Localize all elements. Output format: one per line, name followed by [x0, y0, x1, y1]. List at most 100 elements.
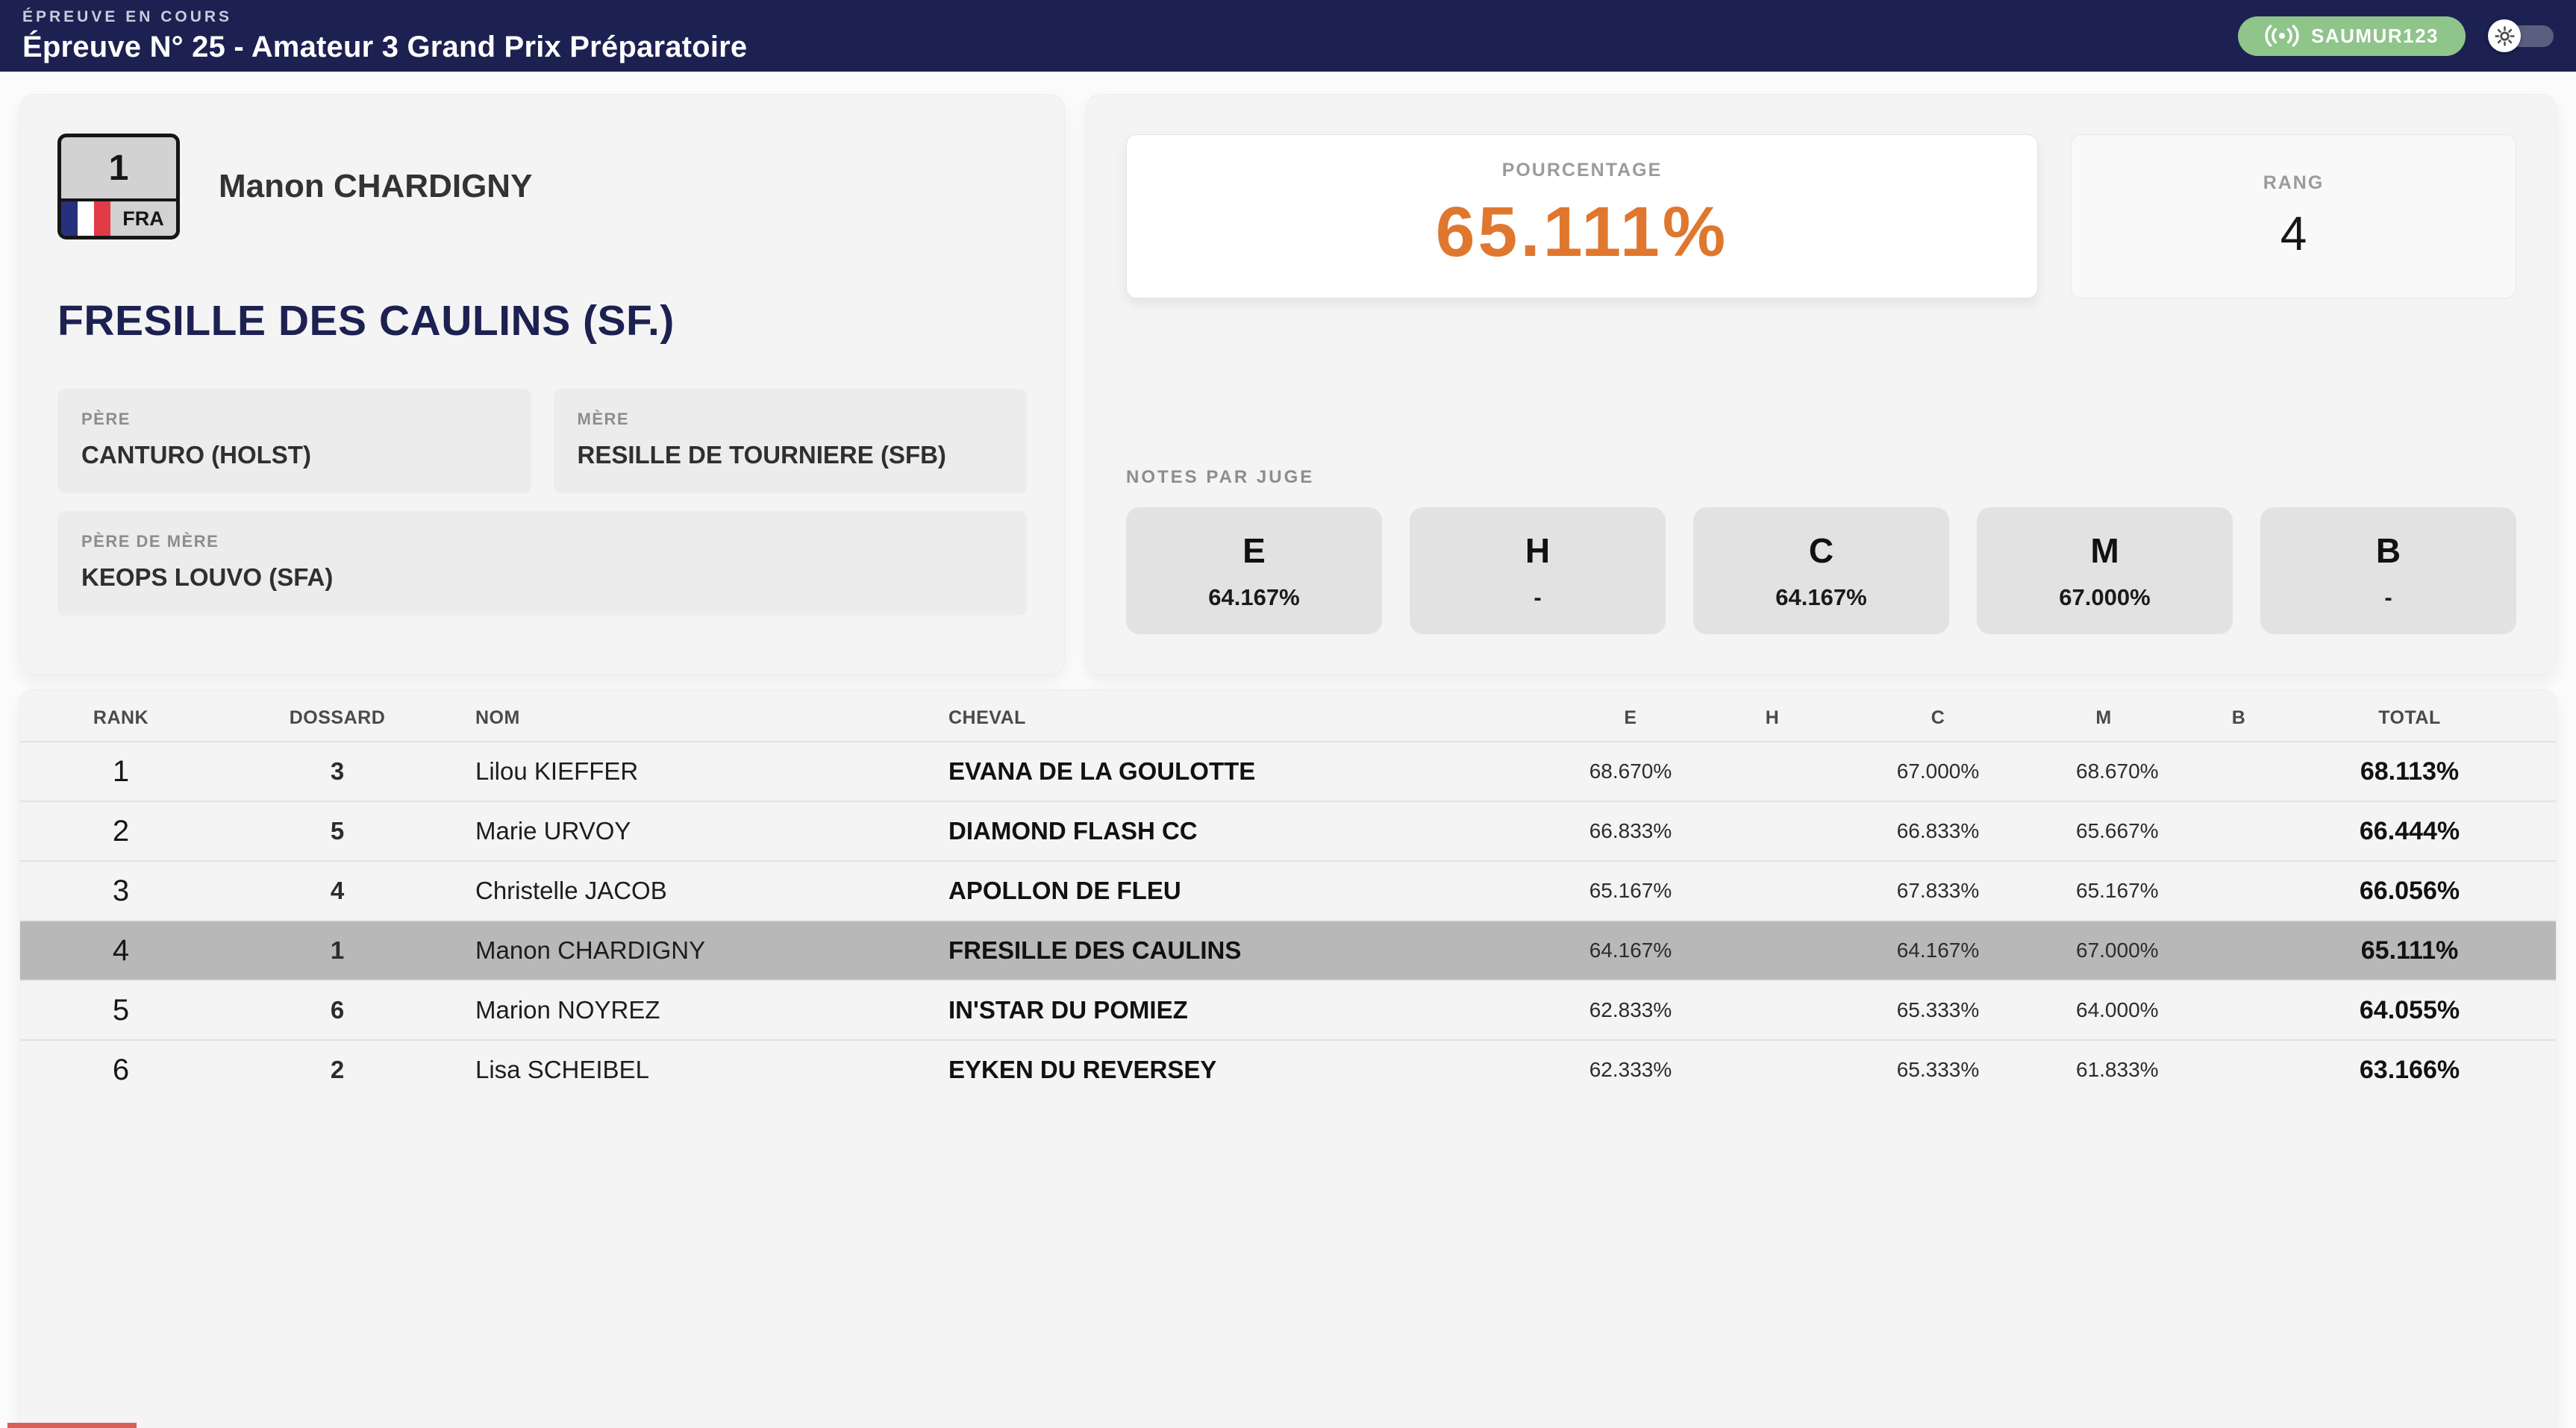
- cell-rank: 1: [20, 755, 222, 789]
- col-header-c: C: [1800, 707, 2076, 729]
- damsire-label: PÈRE DE MÈRE: [81, 532, 1003, 551]
- damsire-value: KEOPS LOUVO (SFA): [81, 563, 1003, 592]
- cell-c: 65.333%: [1800, 998, 2076, 1022]
- col-header-e: E: [1516, 707, 1745, 729]
- rank-value: 4: [2280, 206, 2307, 261]
- toggle-knob[interactable]: [2488, 19, 2521, 52]
- cell-total: 68.113%: [2346, 757, 2473, 786]
- judge-score: 64.167%: [1208, 584, 1299, 611]
- table-row[interactable]: 1 3 Lilou KIEFFER EVANA DE LA GOULOTTE 6…: [20, 741, 2556, 801]
- cell-e: 65.167%: [1516, 879, 1745, 903]
- france-flag-icon: [61, 201, 110, 236]
- rider-name: Manon CHARDIGNY: [219, 168, 532, 205]
- cell-nom: Christelle JACOB: [453, 877, 926, 905]
- cell-m: 68.670%: [2076, 760, 2131, 783]
- cell-cheval: EYKEN DU REVERSEY: [926, 1056, 1516, 1084]
- col-header-rank: RANK: [20, 707, 222, 729]
- cell-rank: 6: [20, 1053, 222, 1087]
- table-row[interactable]: 2 5 Marie URVOY DIAMOND FLASH CC 66.833%…: [20, 801, 2556, 860]
- col-header-dossard: DOSSARD: [222, 707, 453, 729]
- cell-cheval: EVANA DE LA GOULOTTE: [926, 757, 1516, 786]
- bib-number: 1: [61, 137, 176, 198]
- judge-card-c: C 64.167%: [1693, 507, 1949, 634]
- live-icon: [2265, 24, 2299, 48]
- judge-letter: E: [1242, 530, 1266, 571]
- cell-nom: Lisa SCHEIBEL: [453, 1056, 926, 1084]
- bib-country-row: FRA: [61, 198, 176, 236]
- table-row[interactable]: 3 4 Christelle JACOB APOLLON DE FLEU 65.…: [20, 860, 2556, 920]
- top-cards-row: 1 FRA Manon CHARDIGNY FRESILLE DES CAULI…: [19, 94, 2557, 667]
- cell-nom: Lilou KIEFFER: [453, 757, 926, 786]
- score-summary-row: POURCENTAGE 65.111% RANG 4: [1126, 134, 2516, 298]
- country-code: FRA: [110, 201, 176, 236]
- judge-letter: H: [1525, 530, 1550, 571]
- dam-value: RESILLE DE TOURNIERE (SFB): [578, 441, 1004, 469]
- cell-cheval: FRESILLE DES CAULINS: [926, 936, 1516, 965]
- live-badge[interactable]: SAUMUR123: [2238, 16, 2466, 56]
- cell-total: 66.444%: [2346, 817, 2473, 846]
- rider-card: 1 FRA Manon CHARDIGNY FRESILLE DES CAULI…: [19, 94, 1065, 674]
- cell-m: 65.167%: [2076, 879, 2131, 903]
- judge-card-e: E 64.167%: [1126, 507, 1382, 634]
- live-badge-label: SAUMUR123: [2311, 25, 2439, 48]
- judge-card-b: B -: [2260, 507, 2516, 634]
- col-header-cheval: CHEVAL: [926, 707, 1516, 729]
- bib-card: 1 FRA: [57, 134, 180, 239]
- judge-score: 64.167%: [1775, 584, 1866, 611]
- results-table: RANK DOSSARD NOM CHEVAL E H C M B TOTAL …: [19, 689, 2557, 1428]
- damsire-box: PÈRE DE MÈRE KEOPS LOUVO (SFA): [57, 511, 1027, 616]
- judges-row: E 64.167% H - C 64.167% M 67.000% B -: [1126, 507, 2516, 634]
- table-row[interactable]: 6 2 Lisa SCHEIBEL EYKEN DU REVERSEY 62.3…: [20, 1039, 2556, 1099]
- cell-total: 65.111%: [2346, 936, 2473, 965]
- score-card: POURCENTAGE 65.111% RANG 4 NOTES PAR JUG…: [1086, 94, 2557, 674]
- cell-c: 67.833%: [1800, 879, 2076, 903]
- cell-m: 67.000%: [2076, 939, 2131, 962]
- cell-total: 63.166%: [2346, 1056, 2473, 1085]
- cell-cheval: DIAMOND FLASH CC: [926, 817, 1516, 845]
- cell-m: 61.833%: [2076, 1058, 2131, 1082]
- cell-nom: Marie URVOY: [453, 817, 926, 845]
- judge-letter: B: [2376, 530, 2401, 571]
- rank-card: RANG 4: [2071, 134, 2516, 298]
- cell-rank: 2: [20, 815, 222, 848]
- theme-toggle[interactable]: [2488, 19, 2554, 52]
- col-header-b: B: [2131, 707, 2346, 729]
- cell-total: 64.055%: [2346, 996, 2473, 1025]
- cell-dossard: 1: [222, 936, 453, 965]
- cell-nom: Marion NOYREZ: [453, 996, 926, 1024]
- cell-dossard: 2: [222, 1056, 453, 1084]
- sun-icon: [2495, 26, 2515, 46]
- judge-letter: C: [1809, 530, 1833, 571]
- percentage-value: 65.111%: [1436, 192, 1729, 273]
- pedigree-grid: PÈRE CANTURO (HOLST) MÈRE RESILLE DE TOU…: [57, 389, 1027, 616]
- table-header-row: RANK DOSSARD NOM CHEVAL E H C M B TOTAL: [20, 695, 2556, 741]
- cell-m: 64.000%: [2076, 998, 2131, 1022]
- cell-e: 66.833%: [1516, 819, 1745, 843]
- cell-e: 62.333%: [1516, 1058, 1745, 1082]
- judge-score: -: [1534, 584, 1541, 611]
- judge-card-m: M 67.000%: [1977, 507, 2233, 634]
- cell-c: 67.000%: [1800, 760, 2076, 783]
- app-header: ÉPREUVE EN COURS Épreuve N° 25 - Amateur…: [0, 0, 2576, 72]
- cell-nom: Manon CHARDIGNY: [453, 936, 926, 965]
- table-row-current[interactable]: 4 1 Manon CHARDIGNY FRESILLE DES CAULINS…: [20, 920, 2556, 980]
- rider-identity: 1 FRA Manon CHARDIGNY: [57, 134, 1027, 239]
- cell-rank: 5: [20, 994, 222, 1027]
- cell-dossard: 4: [222, 877, 453, 905]
- header-actions: SAUMUR123: [2238, 0, 2554, 72]
- cell-e: 68.670%: [1516, 760, 1745, 783]
- col-header-h: H: [1745, 707, 1800, 729]
- cell-c: 64.167%: [1800, 939, 2076, 962]
- cell-e: 64.167%: [1516, 939, 1745, 962]
- event-status-label: ÉPREUVE EN COURS: [22, 8, 2554, 26]
- col-header-nom: NOM: [453, 707, 926, 729]
- sire-label: PÈRE: [81, 410, 507, 429]
- page-title: Épreuve N° 25 - Amateur 3 Grand Prix Pré…: [22, 31, 2554, 64]
- rank-label: RANG: [2263, 172, 2325, 194]
- dam-box: MÈRE RESILLE DE TOURNIERE (SFB): [554, 389, 1028, 493]
- cell-dossard: 6: [222, 996, 453, 1024]
- percentage-label: POURCENTAGE: [1502, 160, 1663, 181]
- table-row[interactable]: 5 6 Marion NOYREZ IN'STAR DU POMIEZ 62.8…: [20, 980, 2556, 1039]
- dam-label: MÈRE: [578, 410, 1004, 429]
- main-content: 1 FRA Manon CHARDIGNY FRESILLE DES CAULI…: [0, 72, 2576, 1428]
